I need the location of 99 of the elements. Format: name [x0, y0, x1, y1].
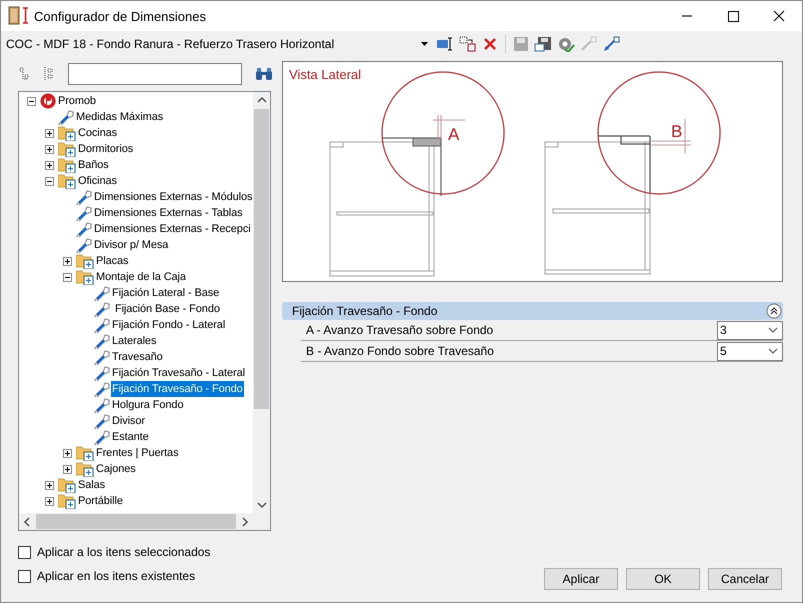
dimension-label: B	[671, 122, 682, 141]
section-title: Fijación Travesaño - Fondo	[292, 304, 438, 318]
scroll-thumb[interactable]	[254, 109, 269, 409]
expander-icon[interactable]	[45, 160, 54, 170]
dropdown-arrow-icon	[421, 42, 428, 46]
tree-item[interactable]: Laterales	[111, 333, 158, 349]
tree-item[interactable]: Baños	[77, 157, 110, 173]
tag-icon	[94, 333, 110, 349]
expander-icon[interactable]	[63, 256, 72, 266]
diagram-title: Vista Lateral	[289, 67, 362, 82]
tree-item[interactable]: Fijación Travesaño - Lateral	[111, 365, 246, 381]
tree-item[interactable]: Placas	[95, 253, 130, 269]
chevron-down-icon	[768, 348, 778, 354]
tag-icon	[76, 205, 92, 221]
property-label: A - Avanzo Travesaño sobre Fondo	[305, 323, 494, 337]
tree-item[interactable]: Frentes | Puertas	[95, 445, 180, 461]
value-dropdown[interactable]: 5	[717, 342, 783, 360]
tree-item[interactable]: Portábille	[77, 493, 124, 509]
save-as-icon[interactable]	[534, 36, 552, 52]
tree-item[interactable]: Dimensiones Externas - Recepci	[93, 221, 252, 237]
tree-item[interactable]: Fijación Fondo - Lateral	[111, 317, 226, 333]
value-dropdown[interactable]: 3	[717, 320, 783, 340]
settings-icon[interactable]	[557, 36, 575, 52]
expander-icon[interactable]	[45, 144, 54, 154]
rename-icon[interactable]	[436, 36, 454, 52]
dimension-lines	[432, 114, 466, 140]
binoculars-icon[interactable]	[255, 67, 273, 81]
apply-button[interactable]: Aplicar	[544, 568, 618, 590]
expander-icon[interactable]	[45, 128, 54, 138]
checkbox-label: Aplicar a los itens seleccionados	[37, 545, 210, 559]
app-icon	[8, 6, 30, 26]
scroll-thumb[interactable]	[36, 514, 236, 529]
tree-item[interactable]: Fijación Base - Fondo	[111, 301, 221, 317]
expander-icon[interactable]	[27, 96, 36, 106]
tree-item[interactable]: Montaje de la Caja	[95, 269, 187, 285]
tree-item[interactable]: Dormitorios	[77, 141, 134, 157]
tag-icon	[94, 349, 110, 365]
import-icon[interactable]	[603, 36, 621, 52]
tree-item[interactable]: Fijación Lateral - Base	[111, 285, 220, 301]
expander-icon[interactable]	[45, 496, 54, 506]
tree-item[interactable]: Divisor p/ Mesa	[93, 237, 170, 253]
tree-item[interactable]: Medidas Máximas	[75, 109, 164, 125]
tree-item[interactable]: Divisor	[111, 413, 146, 429]
folder-icon	[76, 253, 94, 269]
tree-item[interactable]: Dimensiones Externas - Tablas	[93, 205, 244, 221]
chevron-down-icon	[768, 327, 778, 333]
expander-icon[interactable]	[63, 448, 72, 458]
tag-icon	[58, 109, 74, 125]
tree-item[interactable]: Cocinas	[77, 125, 118, 141]
copy-icon[interactable]	[459, 36, 477, 52]
expander-icon[interactable]	[63, 272, 72, 282]
tag-icon	[94, 397, 110, 413]
window-title: Configurador de Dimensiones	[34, 8, 207, 24]
preset-dropdown[interactable]: COC - MDF 18 - Fondo Ranura - Refuerzo Trasero Horizontal	[6, 37, 431, 51]
tag-icon	[76, 189, 92, 205]
dimension-lines	[650, 118, 692, 154]
collapse-icon[interactable]	[766, 303, 782, 319]
checkbox-label: Aplicar en los itens existentes	[37, 569, 196, 583]
folder-icon	[58, 141, 76, 157]
tree-item[interactable]: Fijación Travesaño - Fondo	[111, 381, 244, 397]
tag-icon	[76, 237, 92, 253]
tree-item[interactable]: Holgura Fondo	[111, 397, 184, 413]
tag-icon	[94, 285, 110, 301]
dimension-label: A	[448, 125, 460, 144]
tag-icon	[94, 413, 110, 429]
folder-icon	[58, 477, 76, 493]
vertical-scrollbar[interactable]	[253, 92, 270, 513]
search-field[interactable]	[68, 63, 242, 85]
checkbox[interactable]	[18, 570, 31, 582]
tag-icon	[94, 317, 110, 333]
folder-icon	[58, 157, 76, 173]
tree-item[interactable]: Dimensiones Externas - Módulos	[93, 189, 253, 205]
folder-icon	[58, 173, 76, 189]
expander-icon[interactable]	[45, 176, 54, 186]
ok-button[interactable]: OK	[626, 568, 700, 590]
property-label: B - Avanzo Fondo sobre Travesaño	[305, 344, 494, 358]
cancel-button[interactable]: Cancelar	[708, 568, 782, 590]
tree-item[interactable]: Estante	[111, 429, 150, 445]
tag-icon	[94, 365, 110, 381]
horizontal-scrollbar[interactable]	[19, 513, 270, 530]
expander-icon[interactable]	[63, 464, 72, 474]
folder-icon	[58, 125, 76, 141]
tree-item[interactable]: Salas	[77, 477, 106, 493]
folder-icon	[76, 269, 94, 285]
tree-item[interactable]: Promob	[57, 93, 97, 109]
tag-icon	[76, 221, 92, 237]
tree-item[interactable]: Oficinas	[77, 173, 118, 189]
folder-icon	[76, 461, 94, 477]
folder-icon	[76, 445, 94, 461]
delete-icon[interactable]	[482, 36, 498, 52]
section-header[interactable]: Fijación Travesaño - Fondo	[282, 302, 783, 320]
checkbox[interactable]	[18, 546, 31, 558]
tree-item[interactable]: Travesaño	[111, 349, 164, 365]
tag-icon	[94, 301, 110, 317]
tag-icon	[94, 381, 110, 397]
tree-item[interactable]: Cajones	[95, 461, 137, 477]
tag-icon	[94, 429, 110, 445]
folder-icon	[58, 493, 76, 509]
expander-icon[interactable]	[45, 480, 54, 490]
